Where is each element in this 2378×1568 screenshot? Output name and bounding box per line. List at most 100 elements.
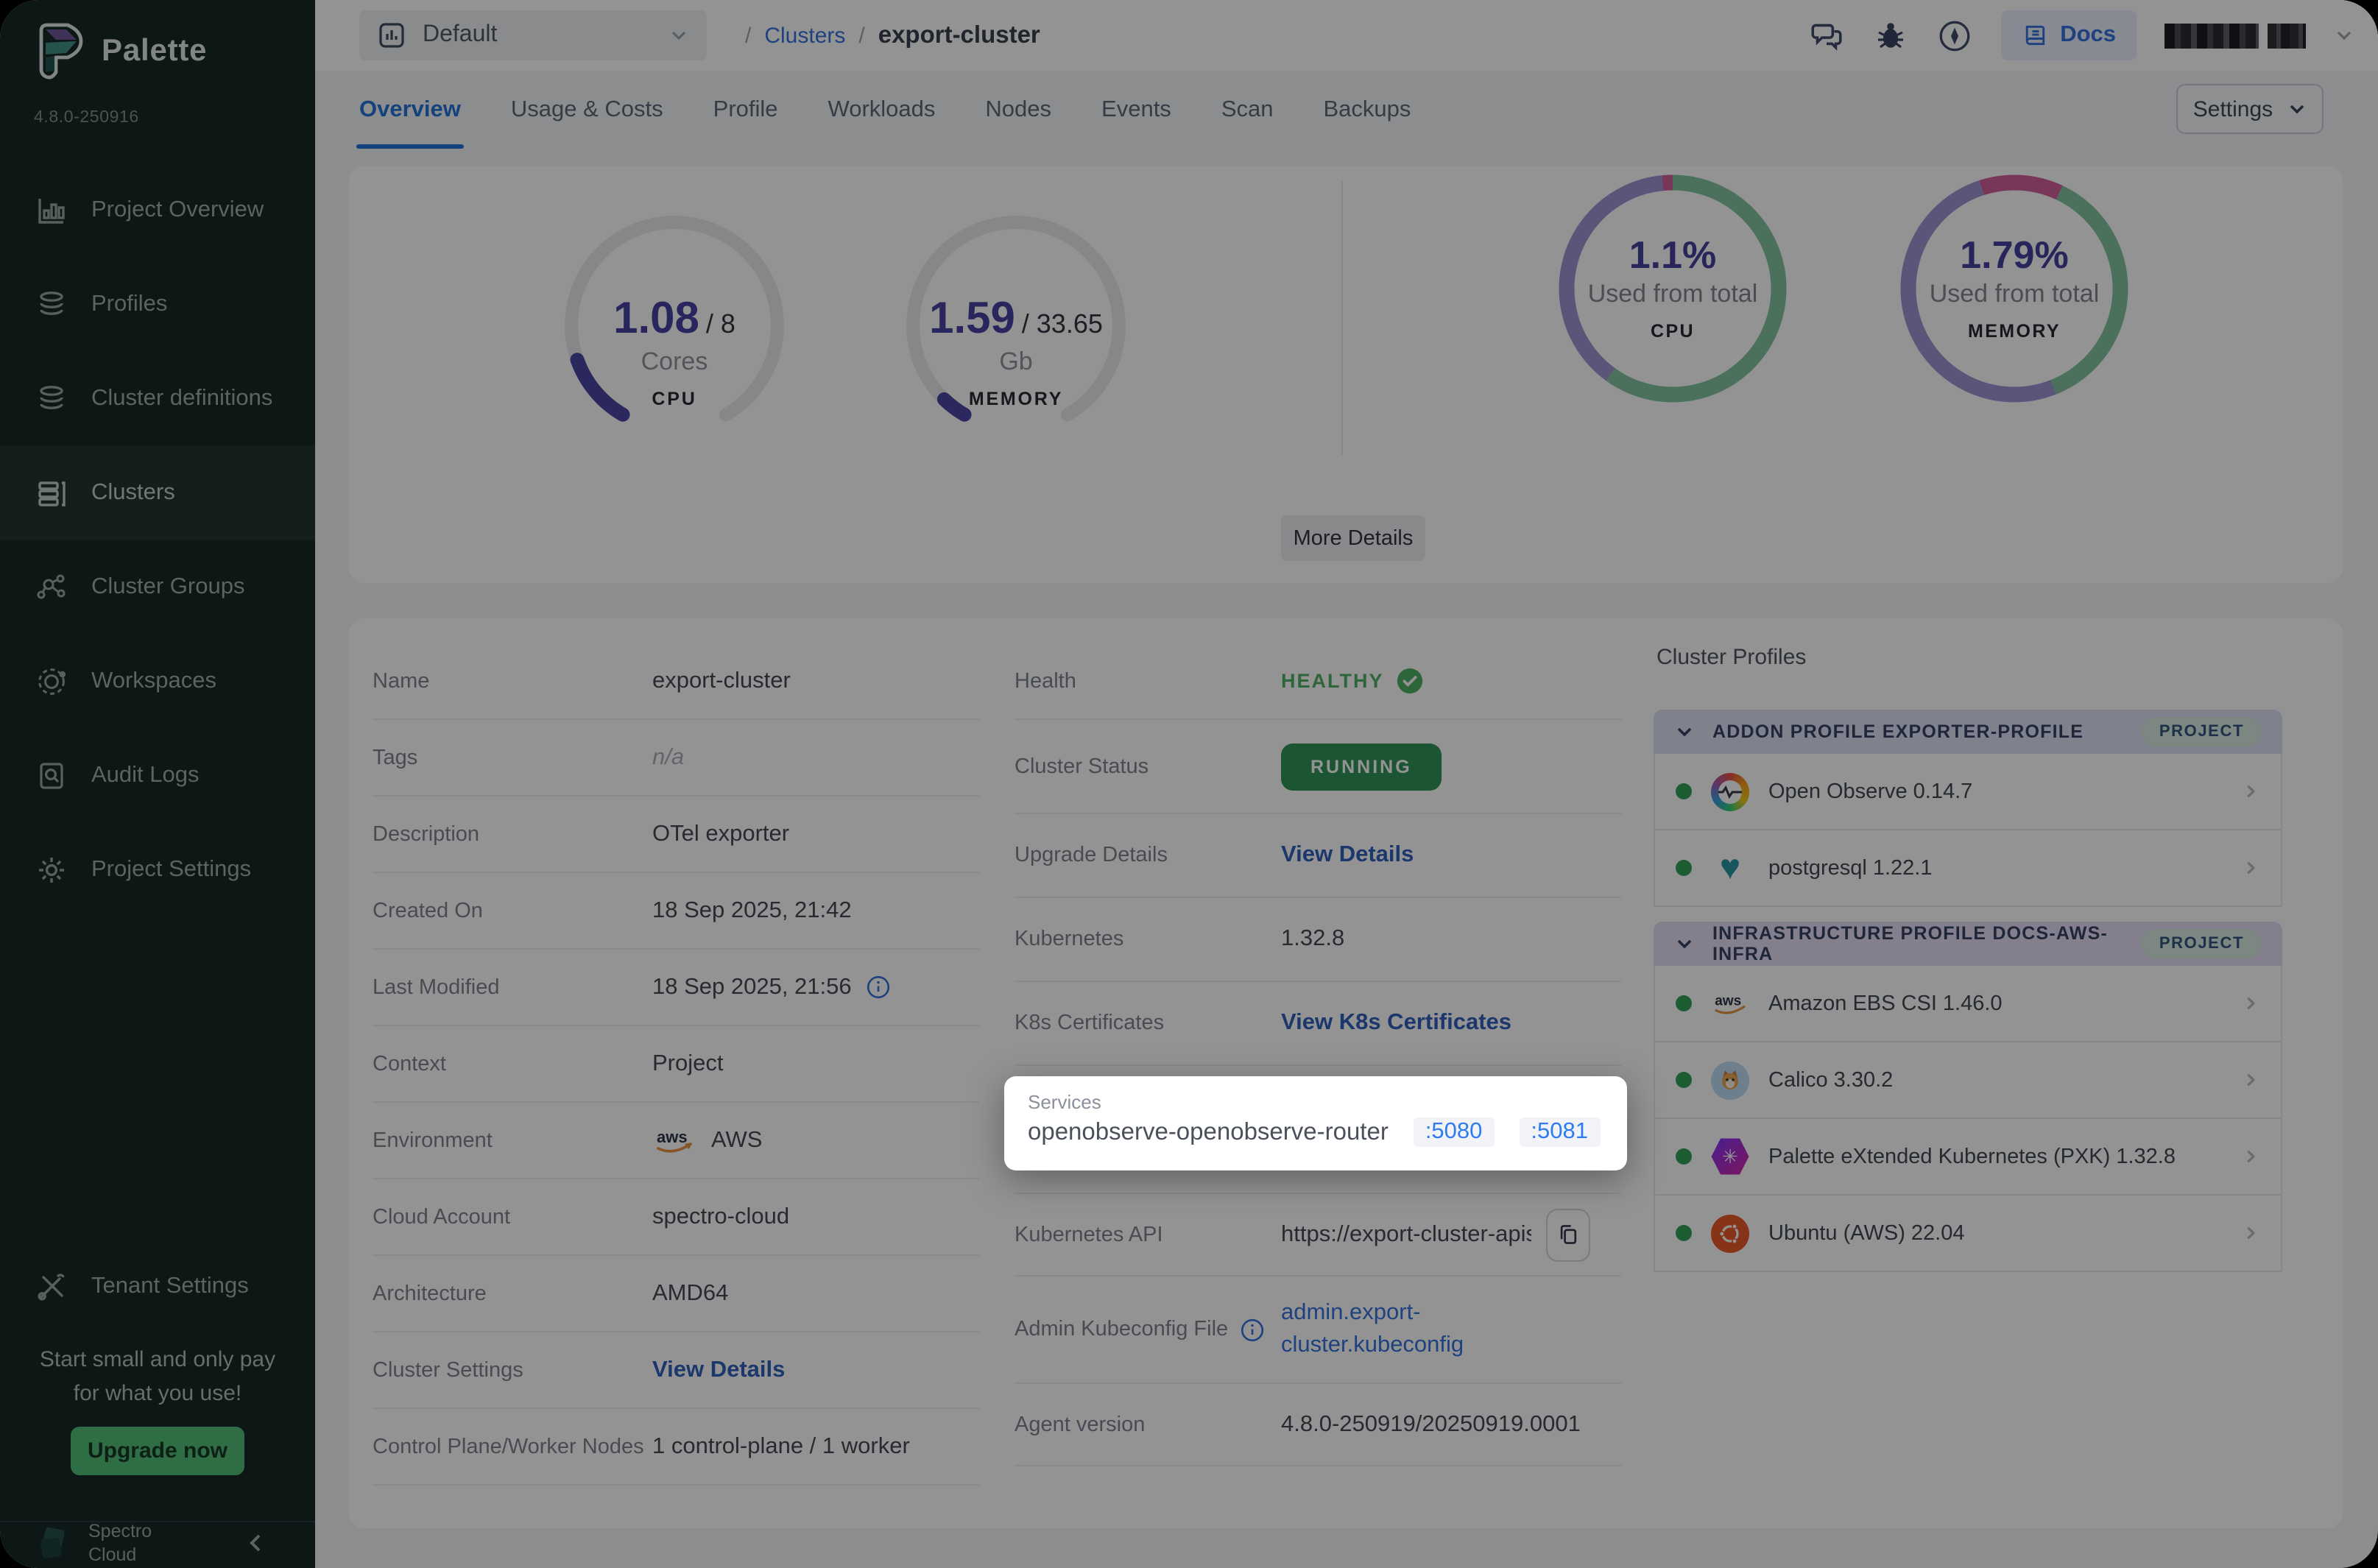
- project-badge: PROJECT: [2142, 717, 2262, 746]
- tab-usage-costs[interactable]: Usage & Costs: [511, 97, 663, 147]
- detail-row-context: Context Project: [373, 1026, 979, 1103]
- redacted-username[interactable]: [2164, 23, 2306, 48]
- details-left-column: Name export-cluster Tags n/a Description…: [373, 643, 979, 1486]
- sidebar-item-tenant-settings[interactable]: Tenant Settings: [0, 1240, 315, 1334]
- detail-row-cloud-account: Cloud Account spectro-cloud: [373, 1179, 979, 1256]
- svg-text:aws: aws: [1715, 993, 1741, 1009]
- sidebar-item-workspaces[interactable]: Workspaces: [0, 635, 315, 729]
- book-icon: [2022, 22, 2048, 49]
- project-badge: PROJECT: [2142, 929, 2262, 958]
- sidebar-item-project-settings[interactable]: Project Settings: [0, 823, 315, 917]
- check-circle-icon: [1396, 667, 1424, 695]
- docs-button[interactable]: Docs: [2001, 10, 2137, 60]
- copy-icon: [1556, 1222, 1580, 1247]
- tab-events[interactable]: Events: [1101, 97, 1171, 147]
- services-label: Services: [1028, 1091, 1603, 1113]
- app-version: 4.8.0-250916: [34, 109, 139, 127]
- profile-item-amazon-ebs-csi[interactable]: aws Amazon EBS CSI 1.46.0: [1654, 966, 2282, 1042]
- ubuntu-icon: [1711, 1214, 1749, 1252]
- copy-api-url-button[interactable]: [1546, 1208, 1590, 1261]
- tab-scan[interactable]: Scan: [1221, 97, 1274, 147]
- sidebar-item-audit-logs[interactable]: Audit Logs: [0, 729, 315, 823]
- calico-icon: [1711, 1061, 1749, 1099]
- topbar: Default / Clusters / export-cluster: [315, 0, 2378, 71]
- sidebar-item-cluster-groups[interactable]: Cluster Groups: [0, 540, 315, 635]
- breadcrumb-current: export-cluster: [878, 21, 1040, 49]
- infrastructure-profile-section-header[interactable]: INFRASTRUCTURE PROFILE DOCS-AWS-INFRA PR…: [1654, 922, 2282, 966]
- addon-profile-section-header[interactable]: ADDON PROFILE EXPORTER-PROFILE PROJECT: [1654, 710, 2282, 754]
- detail-row-kubernetes: Kubernetes 1.32.8: [1015, 898, 1621, 982]
- status-dot: [1676, 1072, 1692, 1088]
- compass-help-icon[interactable]: [1936, 17, 1973, 54]
- project-scope-icon: [377, 21, 406, 50]
- topbar-actions: Docs: [1808, 0, 2354, 71]
- detail-row-nodes: Control Plane/Worker Nodes 1 control-pla…: [373, 1409, 979, 1486]
- sidebar: Palette 4.8.0-250916 Project Overview Pr…: [0, 0, 315, 1568]
- kubeconfig-download-link[interactable]: admin.export-cluster.kubeconfig: [1281, 1297, 1539, 1362]
- cpu-donut-subtitle: Used from total: [1548, 280, 1798, 309]
- info-icon[interactable]: [867, 975, 892, 1000]
- spectro-cloud-logo: [35, 1525, 74, 1564]
- profile-item-ubuntu[interactable]: Ubuntu (AWS) 22.04: [1654, 1196, 2282, 1272]
- breadcrumb-clusters-link[interactable]: Clusters: [764, 23, 845, 48]
- memory-gauge-unit: Gb: [891, 347, 1141, 377]
- sidebar-item-cluster-definitions[interactable]: Cluster definitions: [0, 352, 315, 446]
- chevron-right-icon: [2241, 782, 2260, 801]
- memory-gauge: 1.59 / 33.65 Gb MEMORY: [891, 200, 1141, 451]
- card-divider: [1341, 181, 1343, 455]
- detail-row-admin-kubeconfig: Admin Kubeconfig File admin.export-clust…: [1015, 1276, 1621, 1384]
- svg-text:aws: aws: [657, 1127, 688, 1145]
- chart-icon: [35, 194, 68, 227]
- detail-row-created-on: Created On 18 Sep 2025, 21:42: [373, 873, 979, 950]
- cpu-gauge-unit: Cores: [549, 347, 800, 377]
- detail-row-name: Name export-cluster: [373, 643, 979, 720]
- footer-brand: Spectro Cloud: [88, 1519, 152, 1567]
- tab-backups[interactable]: Backups: [1324, 97, 1411, 147]
- cluster-settings-view-details-link[interactable]: View Details: [652, 1357, 785, 1383]
- main-area: Default / Clusters / export-cluster: [315, 0, 2378, 1568]
- user-menu-chevron-icon[interactable]: [2334, 25, 2354, 46]
- view-k8s-certificates-link[interactable]: View K8s Certificates: [1281, 1010, 1511, 1036]
- sidebar-item-profiles[interactable]: Profiles: [0, 258, 315, 352]
- sidebar-item-label: Cluster Groups: [91, 574, 244, 601]
- palette-logo-icon: [32, 22, 85, 81]
- chevron-right-icon: [2241, 1147, 2260, 1166]
- settings-button[interactable]: Settings: [2176, 84, 2324, 134]
- server-icon: [35, 477, 68, 509]
- upgrade-now-button[interactable]: Upgrade now: [71, 1427, 244, 1475]
- info-icon[interactable]: [1240, 1317, 1265, 1342]
- profile-item-calico[interactable]: Calico 3.30.2: [1654, 1042, 2282, 1119]
- cluster-profiles-heading: Cluster Profiles: [1657, 645, 2282, 683]
- tab-overview[interactable]: Overview: [359, 97, 461, 147]
- detail-row-tags: Tags n/a: [373, 720, 979, 797]
- collapse-sidebar-icon[interactable]: [244, 1531, 268, 1555]
- services-spotlight: Services openobserve-openobserve-router …: [1004, 1076, 1627, 1170]
- sidebar-item-project-overview[interactable]: Project Overview: [0, 163, 315, 258]
- service-port-5081-link[interactable]: :5081: [1519, 1117, 1600, 1147]
- detail-row-agent-version: Agent version 4.8.0-250919/20250919.0001: [1015, 1384, 1621, 1466]
- bug-report-icon[interactable]: [1873, 18, 1908, 53]
- sidebar-item-label: Clusters: [91, 480, 175, 506]
- service-port-5080-link[interactable]: :5080: [1414, 1117, 1495, 1147]
- detail-row-environment: Environment aws AWS: [373, 1103, 979, 1179]
- sidebar-item-label: Project Settings: [91, 857, 251, 883]
- sidebar-item-clusters[interactable]: Clusters: [0, 446, 315, 540]
- settings-label: Settings: [2193, 96, 2273, 121]
- profile-item-postgresql[interactable]: ♥ postgresql 1.22.1: [1654, 830, 2282, 907]
- upgrade-view-details-link[interactable]: View Details: [1281, 842, 1414, 869]
- app-window: Palette 4.8.0-250916 Project Overview Pr…: [0, 0, 2378, 1568]
- chevron-right-icon: [2241, 994, 2260, 1013]
- sidebar-item-label: Tenant Settings: [91, 1274, 249, 1300]
- tab-nodes[interactable]: Nodes: [985, 97, 1051, 147]
- profile-item-pxk[interactable]: ✳ Palette eXtended Kubernetes (PXK) 1.32…: [1654, 1119, 2282, 1196]
- chevron-down-icon: [1674, 721, 1695, 742]
- cpu-donut-label: CPU: [1548, 321, 1798, 342]
- tab-profile[interactable]: Profile: [713, 97, 778, 147]
- project-selector[interactable]: Default: [359, 10, 707, 60]
- feedback-chat-icon[interactable]: [1808, 17, 1845, 54]
- profile-item-open-observe[interactable]: Open Observe 0.14.7: [1654, 754, 2282, 830]
- more-details-button[interactable]: More Details: [1281, 515, 1425, 561]
- aws-logo-icon: aws: [652, 1124, 696, 1156]
- tab-workloads[interactable]: Workloads: [828, 97, 936, 147]
- detail-row-k8s-certificates: K8s Certificates View K8s Certificates: [1015, 982, 1621, 1066]
